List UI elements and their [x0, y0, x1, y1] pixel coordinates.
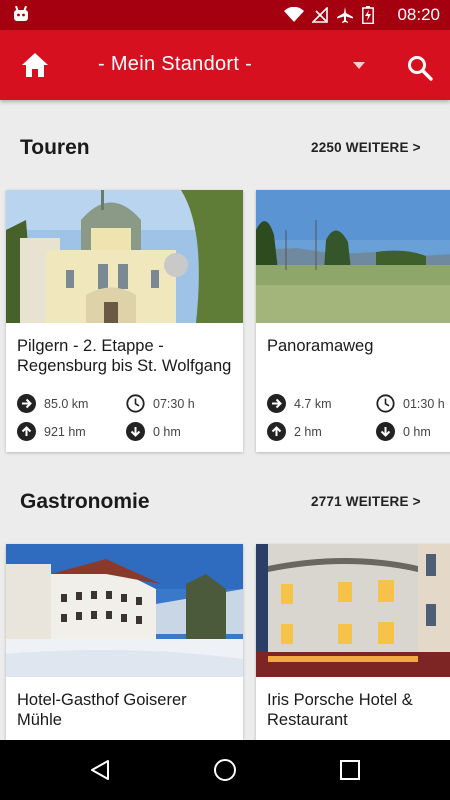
status-bar: 08:20	[0, 0, 450, 30]
snowy-hotel-photo	[6, 544, 243, 677]
card-title: Restaurant	[267, 711, 348, 729]
ascent-arrow-icon	[267, 422, 286, 441]
card-title: Iris Porsche Hotel &	[267, 691, 413, 709]
clock-icon	[376, 394, 395, 413]
battery-charging-icon	[362, 6, 374, 24]
clock-icon	[126, 394, 145, 413]
section-title-gastronomie: Gastronomie	[20, 490, 150, 513]
card-title: Panoramaweg	[267, 337, 374, 355]
descent-value: 0 hm	[153, 424, 181, 439]
duration-value: 07:30 h	[153, 396, 195, 411]
distance-value: 4.7 km	[294, 396, 332, 411]
more-link-touren[interactable]: 2250 WEITERE >	[311, 140, 421, 155]
airplane-icon	[337, 7, 353, 23]
back-icon[interactable]	[88, 758, 112, 782]
ascent-arrow-icon	[17, 422, 36, 441]
ascent-value: 2 hm	[294, 424, 322, 439]
card-title: Hotel-Gasthof Goiserer	[17, 691, 187, 709]
app-bar: - Mein Standort -	[0, 30, 450, 100]
home-icon[interactable]	[21, 52, 49, 78]
card-title: Pilgern - 2. Etappe -	[17, 337, 164, 355]
section-title-touren: Touren	[20, 136, 90, 159]
descent-arrow-icon	[126, 422, 145, 441]
clock: 08:20	[397, 5, 440, 24]
no-signal-icon	[312, 7, 328, 23]
dropdown-arrow-icon[interactable]	[353, 62, 365, 69]
distance-arrow-icon	[267, 394, 286, 413]
gastro-card[interactable]: Hotel-Gasthof Goiserer Mühle	[6, 544, 243, 754]
recents-icon[interactable]	[338, 758, 362, 782]
distance-value: 85.0 km	[44, 396, 89, 411]
tour-card[interactable]: Panoramaweg 4.7 km 01:30 h 2 hm 0 hm	[256, 190, 450, 452]
gastro-card[interactable]: Iris Porsche Hotel & Restaurant	[256, 544, 450, 754]
descent-arrow-icon	[376, 422, 395, 441]
baroque-church-photo	[6, 190, 243, 323]
location-selector[interactable]: - Mein Standort -	[98, 53, 252, 76]
android-icon	[14, 6, 28, 21]
ascent-value: 921 hm	[44, 424, 86, 439]
meadow-landscape-photo	[256, 190, 450, 323]
card-title: Regensburg bis St. Wolfgang	[17, 357, 232, 375]
distance-arrow-icon	[17, 394, 36, 413]
tour-card[interactable]: Pilgern - 2. Etappe - Regensburg bis St.…	[6, 190, 243, 452]
system-nav-bar	[0, 740, 450, 800]
search-icon[interactable]	[406, 54, 434, 82]
home-circle-icon[interactable]	[213, 758, 237, 782]
descent-value: 0 hm	[403, 424, 431, 439]
card-title: Mühle	[17, 711, 62, 729]
wifi-icon	[284, 7, 304, 22]
more-link-gastronomie[interactable]: 2771 WEITERE >	[311, 494, 421, 509]
duration-value: 01:30 h	[403, 396, 445, 411]
hotel-facade-night-photo	[256, 544, 450, 677]
